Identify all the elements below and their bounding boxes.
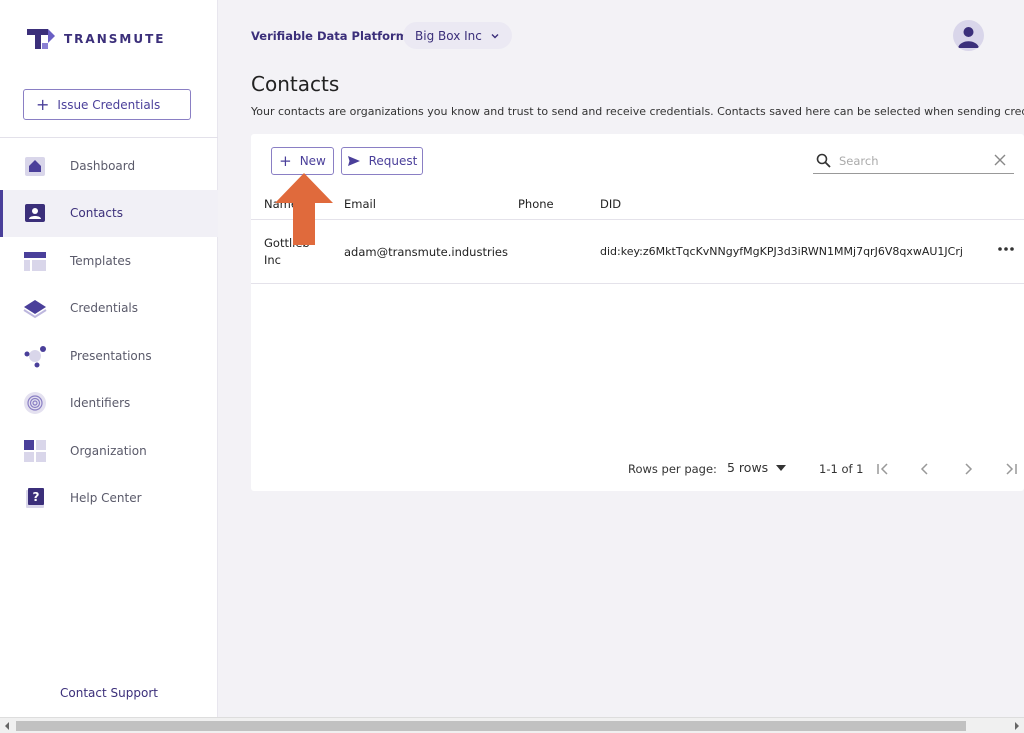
send-icon (347, 156, 360, 166)
platform-title: Verifiable Data Platform (251, 29, 408, 43)
column-header-did[interactable]: DID (600, 197, 621, 211)
logo[interactable]: TRANSMUTE (26, 26, 165, 52)
organization-icon (22, 438, 48, 464)
sidebar-item-label: Contacts (70, 206, 123, 221)
scroll-left-icon[interactable] (3, 721, 11, 731)
chevron-down-icon (491, 33, 499, 38)
organization-select[interactable]: Big Box Inc (403, 22, 512, 49)
svg-text:?: ? (33, 490, 40, 504)
transmute-logo-icon (27, 29, 55, 49)
contacts-table-card: + New Request Name Email Phone DID Gottl… (251, 134, 1024, 491)
user-icon (958, 27, 979, 48)
sidebar-item-templates[interactable]: Templates (0, 237, 218, 285)
logo-text: TRANSMUTE (64, 32, 166, 46)
horizontal-scrollbar[interactable] (0, 717, 1024, 733)
sidebar-item-label: Templates (70, 253, 132, 268)
column-header-phone[interactable]: Phone (518, 197, 554, 211)
sidebar-nav: Dashboard Contacts Templates Credentials… (0, 142, 218, 522)
scroll-right-icon[interactable] (1013, 721, 1021, 731)
sidebar-item-label: Credentials (70, 301, 139, 316)
first-page-button[interactable] (874, 460, 892, 478)
next-page-button[interactable] (959, 460, 977, 478)
first-page-icon (877, 463, 888, 475)
caret-down-icon (776, 464, 787, 471)
header-divider (251, 219, 1024, 220)
new-label: New (299, 154, 326, 168)
avatar[interactable] (953, 20, 984, 51)
sidebar-divider (0, 137, 218, 138)
sidebar: TRANSMUTE + Issue Credentials Dashboard … (0, 0, 218, 717)
sidebar-item-help-center[interactable]: ? Help Center (0, 475, 218, 523)
page-title: Contacts (251, 72, 340, 96)
issue-credentials-button[interactable]: + Issue Credentials (23, 89, 191, 120)
sidebar-item-label: Identifiers (70, 396, 131, 411)
fingerprint-icon (22, 390, 48, 416)
row-divider (251, 283, 1024, 284)
cell-email: adam@transmute.industries (344, 245, 508, 259)
previous-page-button[interactable] (916, 460, 934, 478)
annotation-arrow-icon (275, 173, 333, 245)
presentations-icon (22, 343, 48, 369)
rows-per-page-label: Rows per page: (628, 462, 717, 476)
contacts-icon (22, 200, 48, 226)
more-options-icon[interactable] (997, 245, 1015, 253)
pagination-range: 1-1 of 1 (819, 462, 864, 476)
column-header-email[interactable]: Email (344, 197, 376, 211)
new-contact-button[interactable]: + New (271, 147, 334, 175)
sidebar-item-dashboard[interactable]: Dashboard (0, 142, 218, 190)
search-icon (816, 153, 831, 168)
sidebar-item-identifiers[interactable]: Identifiers (0, 380, 218, 428)
sidebar-item-presentations[interactable]: Presentations (0, 332, 218, 380)
rows-per-page-value: 5 rows (727, 460, 769, 475)
cell-did: did:key:z6MktTqcKvNNgyfMgKPJ3d3iRWN1MMj7… (600, 245, 963, 258)
last-page-button[interactable] (1002, 460, 1020, 478)
plus-icon: + (279, 151, 292, 170)
plus-icon: + (36, 94, 50, 114)
request-label: Request (368, 154, 418, 168)
help-icon: ? (22, 485, 48, 511)
sidebar-item-organization[interactable]: Organization (0, 427, 218, 475)
chevron-left-icon (920, 463, 928, 475)
page-description: Your contacts are organizations you know… (251, 105, 1024, 118)
search-field (813, 148, 1014, 174)
credentials-icon (22, 295, 48, 321)
sidebar-item-label: Dashboard (70, 158, 136, 173)
close-icon[interactable] (994, 154, 1006, 166)
last-page-icon (1006, 463, 1017, 475)
request-button[interactable]: Request (341, 147, 423, 175)
sidebar-item-credentials[interactable]: Credentials (0, 285, 218, 333)
sidebar-item-contacts[interactable]: Contacts (0, 189, 218, 237)
sidebar-item-label: Organization (70, 443, 147, 458)
contact-support-link[interactable]: Contact Support (0, 686, 218, 700)
cell-name-line2: Inc (264, 253, 282, 267)
dashboard-icon (22, 153, 48, 179)
chevron-right-icon (965, 463, 973, 475)
issue-credentials-label: Issue Credentials (57, 97, 161, 112)
sidebar-item-label: Presentations (70, 348, 152, 363)
search-input[interactable] (839, 153, 979, 168)
scrollbar-thumb[interactable] (16, 721, 966, 731)
templates-icon (22, 248, 48, 274)
rows-per-page-select[interactable]: 5 rows (727, 460, 787, 475)
sidebar-item-label: Help Center (70, 491, 142, 506)
organization-name: Big Box Inc (415, 28, 482, 43)
